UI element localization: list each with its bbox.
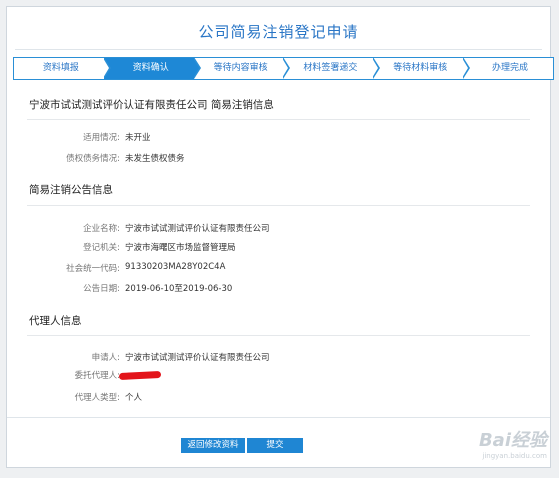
info-row: 企业名称: 宁波市试试测试评价认证有限责任公司: [7, 222, 552, 236]
field-value: 宁波市试试测试评价认证有限责任公司: [125, 353, 270, 363]
field-label: 代理人类型:: [74, 393, 120, 403]
info-row: 社会统一代码: 91330203MA28Y02C4A: [7, 262, 552, 276]
watermark-url: jingyan.baidu.com: [482, 452, 547, 460]
section-title-company: 宁波市试试测试评价认证有限责任公司 简易注销信息: [29, 99, 274, 111]
title-divider: [15, 49, 542, 50]
section-title-notice: 简易注销公告信息: [29, 184, 113, 196]
info-row: 债权债务情况: 未发生债权债务: [7, 152, 552, 166]
field-label: 适用情况:: [83, 133, 120, 143]
field-label: 登记机关:: [83, 243, 120, 253]
info-row: 代理人类型: 个人: [7, 391, 552, 405]
step-label: 等待材料审核: [393, 63, 448, 73]
field-label: 委托代理人:: [74, 371, 120, 381]
field-label: 债权债务情况:: [66, 154, 120, 164]
field-value: 个人: [125, 393, 143, 403]
step-fill-info[interactable]: 资料填报: [14, 57, 111, 79]
field-label: 公告日期:: [83, 284, 120, 294]
field-value: 未发生债权债务: [125, 154, 185, 164]
step-label: 资料确认: [132, 63, 169, 73]
field-value: 宁波市海曙区市场监督管理局: [125, 243, 236, 253]
info-row: 登记机关: 宁波市海曙区市场监督管理局: [7, 241, 552, 255]
baidu-watermark: Bai经验 jingyan.baidu.com: [479, 426, 547, 460]
info-row: 适用情况: 未开业: [7, 131, 552, 145]
field-value: 未开业: [125, 133, 151, 143]
info-row: 申请人: 宁波市试试测试评价认证有限责任公司: [7, 351, 552, 365]
step-sign-submit[interactable]: 材料签署递交: [283, 57, 381, 79]
field-value: 91330203MA28Y02C4A: [125, 262, 226, 272]
step-label: 材料签署递交: [303, 63, 358, 73]
field-value: 宁波市试试测试评价认证有限责任公司: [125, 224, 270, 234]
step-arrow-icon: [372, 58, 379, 78]
step-label: 办理完成: [492, 63, 529, 73]
field-value: 2019-06-10至2019-06-30: [125, 284, 233, 294]
section-divider: [27, 205, 530, 206]
step-label: 等待内容审核: [213, 63, 268, 73]
step-label: 资料填报: [42, 63, 79, 73]
field-label: 企业名称:: [83, 224, 120, 234]
step-confirm-info[interactable]: 资料确认: [103, 57, 201, 79]
section-divider: [27, 119, 530, 120]
watermark-brand: Bai经验: [478, 430, 547, 451]
step-arrow-icon: [192, 58, 199, 78]
info-row: 公告日期: 2019-06-10至2019-06-30: [7, 282, 552, 296]
field-label: 社会统一代码:: [66, 264, 120, 274]
step-complete[interactable]: 办理完成: [463, 58, 553, 79]
step-content-review[interactable]: 等待内容审核: [194, 57, 291, 79]
page-title: 公司简易注销登记申请: [198, 23, 359, 41]
submit-button[interactable]: 提交: [247, 438, 303, 453]
progress-steps: 资料填报 资料确认 等待内容审核 材料签署递交 等待材料审核 办理完成: [13, 57, 554, 80]
info-row: 委托代理人:: [7, 369, 552, 383]
back-edit-button[interactable]: 返回修改资料: [181, 438, 245, 453]
step-arrow-icon: [282, 58, 289, 78]
step-arrow-icon: [102, 58, 109, 78]
step-arrow-icon: [462, 58, 469, 78]
step-material-review[interactable]: 等待材料审核: [373, 57, 471, 79]
application-card: 公司简易注销登记申请 资料填报 资料确认 等待内容审核 材料签署递交 等待材料审…: [6, 6, 554, 470]
section-divider: [27, 335, 530, 336]
section-title-agent: 代理人信息: [29, 315, 82, 327]
field-label: 申请人:: [91, 353, 120, 363]
action-bar: 返回修改资料 提交: [7, 417, 550, 470]
